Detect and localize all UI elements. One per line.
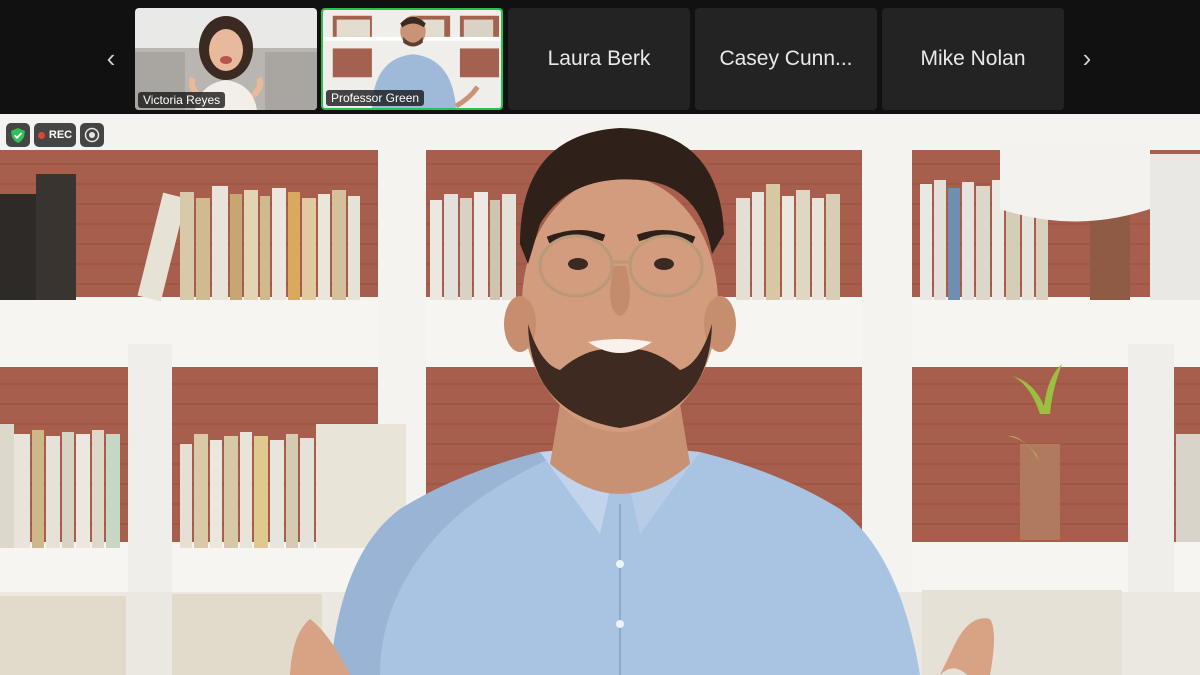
record-target-icon[interactable] <box>80 123 104 147</box>
participant-tile-mike-nolan[interactable]: Mike Nolan <box>882 8 1064 110</box>
participant-filmstrip: ‹ Victoria Reyes Professor Green Laura B… <box>0 0 1200 114</box>
recording-label: REC <box>48 129 73 141</box>
main-speaker-video <box>0 114 1200 675</box>
speaker-video-frame <box>0 114 1200 675</box>
recording-dot-icon <box>37 131 45 139</box>
participant-tile-victoria-reyes[interactable]: Victoria Reyes <box>135 8 317 110</box>
participant-tile-casey-cunn[interactable]: Casey Cunn... <box>695 8 877 110</box>
chevron-right-icon[interactable]: › <box>1075 40 1099 76</box>
participant-name: Laura Berk <box>547 47 651 70</box>
participant-name-label: Professor Green <box>326 90 425 106</box>
participant-name: Mike Nolan <box>920 47 1026 70</box>
participant-tile-laura-berk[interactable]: Laura Berk <box>508 8 690 110</box>
participant-name: Casey Cunn... <box>719 47 853 70</box>
shield-check-icon[interactable] <box>6 123 30 147</box>
participant-tile-professor-green[interactable]: Professor Green <box>321 8 503 110</box>
recording-indicator[interactable]: REC <box>34 123 76 147</box>
chevron-left-icon[interactable]: ‹ <box>99 40 123 76</box>
participant-name-label: Victoria Reyes <box>138 92 226 108</box>
meeting-status-badges: REC <box>6 123 104 147</box>
